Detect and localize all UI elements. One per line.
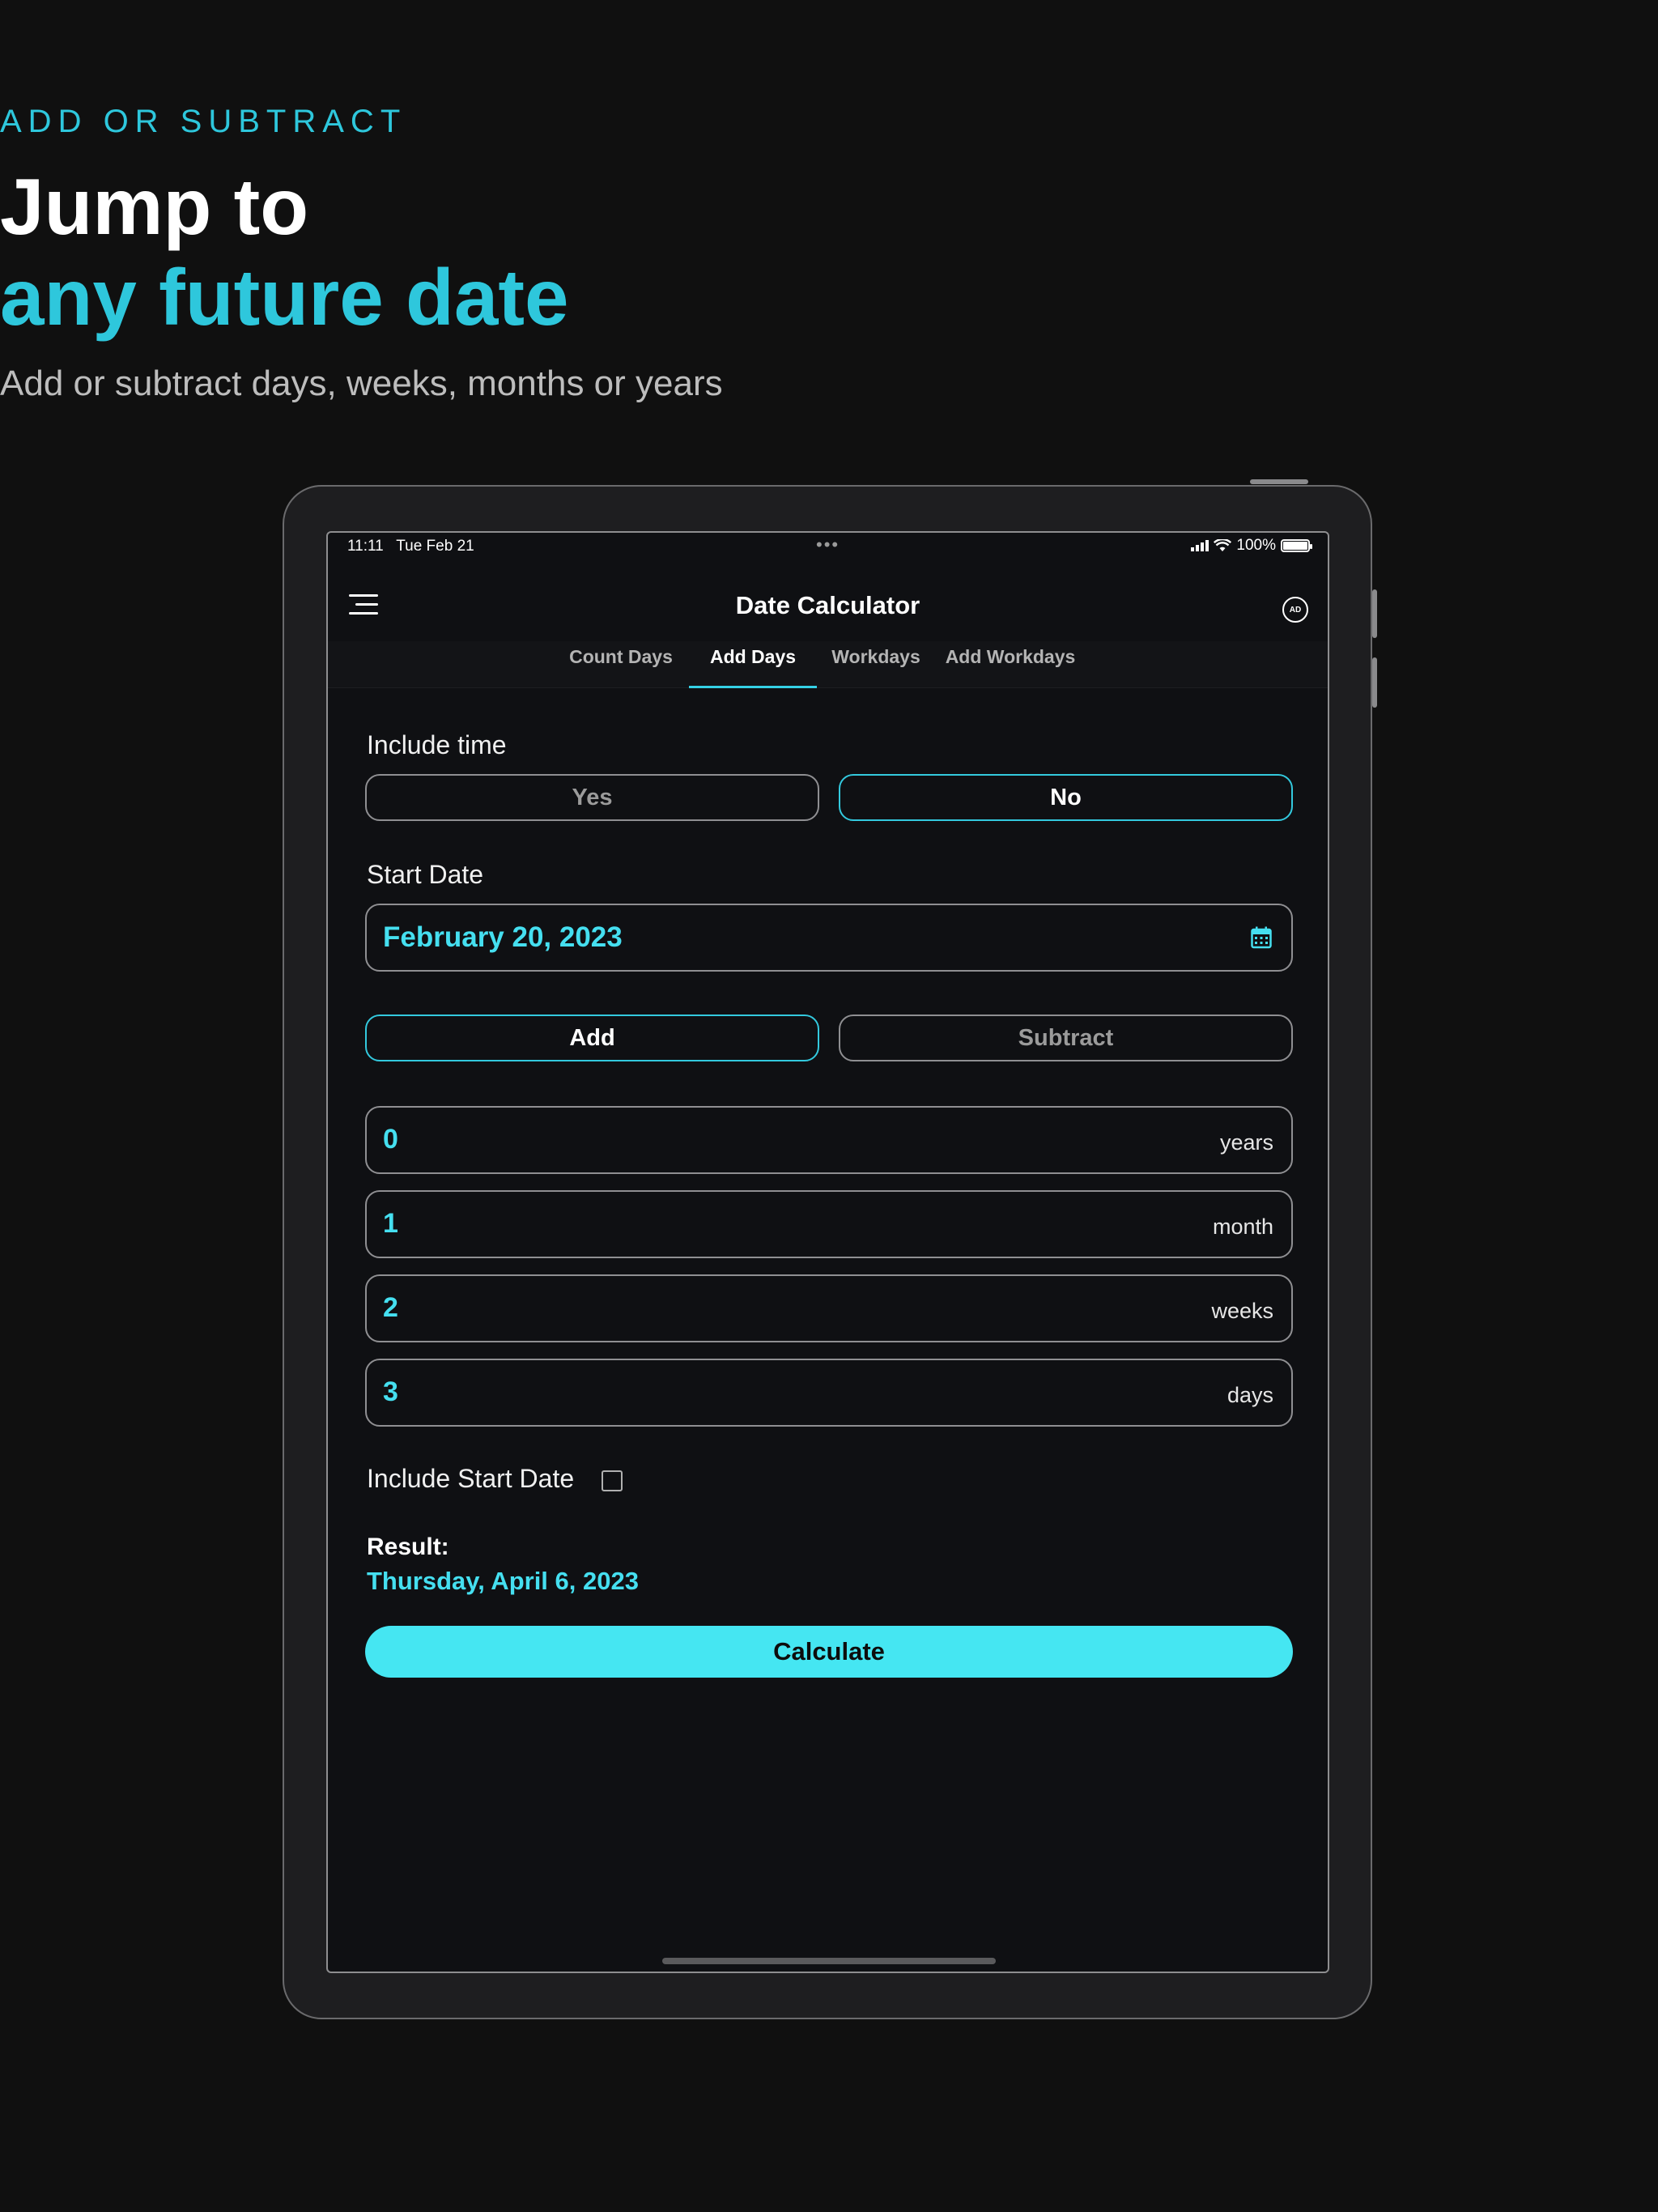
weeks-value: 2: [383, 1292, 398, 1323]
tab-count-days[interactable]: Count Days: [562, 646, 680, 688]
home-indicator[interactable]: [662, 1958, 996, 1964]
days-unit-label: days: [1226, 1383, 1273, 1407]
signal-icon: [1191, 540, 1209, 551]
battery-icon: [1281, 539, 1312, 552]
device-volume-up-button: [1372, 589, 1377, 638]
include-time-yes-button[interactable]: Yes: [365, 774, 819, 821]
eyebrow-text: ADD OR SUBTRACT: [0, 104, 407, 139]
years-input[interactable]: 0 years: [365, 1106, 1293, 1174]
status-date: Tue Feb 21: [396, 538, 474, 555]
start-date-field[interactable]: February 20, 2023: [365, 904, 1293, 972]
result-value: Thursday, April 6, 2023: [367, 1567, 639, 1595]
device-top-button: [1250, 479, 1308, 484]
headline-line-1: Jump to: [0, 162, 309, 251]
months-value: 1: [383, 1208, 398, 1239]
subheadline: Add or subtract days, weeks, months or y…: [0, 364, 723, 403]
weeks-input[interactable]: 2 weeks: [365, 1274, 1293, 1342]
page-title: Date Calculator: [735, 591, 920, 619]
tab-add-workdays[interactable]: Add Workdays: [937, 646, 1084, 688]
months-unit-label: month: [1212, 1214, 1273, 1239]
calendar-icon[interactable]: [1251, 926, 1272, 949]
start-date-label: Start Date: [367, 860, 484, 889]
months-input[interactable]: 1 month: [365, 1190, 1293, 1258]
include-time-no-button[interactable]: No: [839, 774, 1293, 821]
status-bar: 11:11 Tue Feb 21 ••• 100%: [328, 533, 1328, 562]
subtract-button[interactable]: Subtract: [839, 1015, 1293, 1061]
battery-percent: 100%: [1236, 537, 1276, 554]
wifi-icon: [1214, 539, 1232, 551]
include-start-date-checkbox[interactable]: [602, 1470, 623, 1491]
device-volume-down-button: [1372, 657, 1377, 708]
headline-line-2: any future date: [0, 253, 569, 342]
tab-bar: Count Days Add Days Workdays Add Workday…: [328, 641, 1328, 688]
app-screen: 11:11 Tue Feb 21 ••• 100% Date Calculato…: [326, 531, 1329, 1973]
days-input[interactable]: 3 days: [365, 1359, 1293, 1427]
start-date-value: February 20, 2023: [383, 921, 623, 953]
add-button[interactable]: Add: [365, 1015, 819, 1061]
include-start-date-label: Include Start Date: [367, 1464, 575, 1493]
years-unit-label: years: [1219, 1130, 1273, 1155]
status-right: 100%: [1191, 537, 1312, 555]
status-time: 11:11 Tue Feb 21: [347, 538, 474, 555]
include-time-label: Include time: [367, 730, 507, 759]
tab-workdays[interactable]: Workdays: [826, 646, 926, 688]
calculate-button[interactable]: Calculate: [365, 1626, 1293, 1678]
years-value: 0: [383, 1124, 398, 1155]
multitasking-dots-icon[interactable]: •••: [816, 534, 840, 555]
status-clock: 11:11: [347, 538, 384, 555]
weeks-unit-label: weeks: [1211, 1299, 1273, 1323]
remove-ads-icon[interactable]: AD: [1282, 597, 1308, 623]
tab-add-days[interactable]: Add Days: [689, 646, 817, 688]
days-value: 3: [383, 1376, 398, 1407]
result-label: Result:: [367, 1534, 449, 1560]
